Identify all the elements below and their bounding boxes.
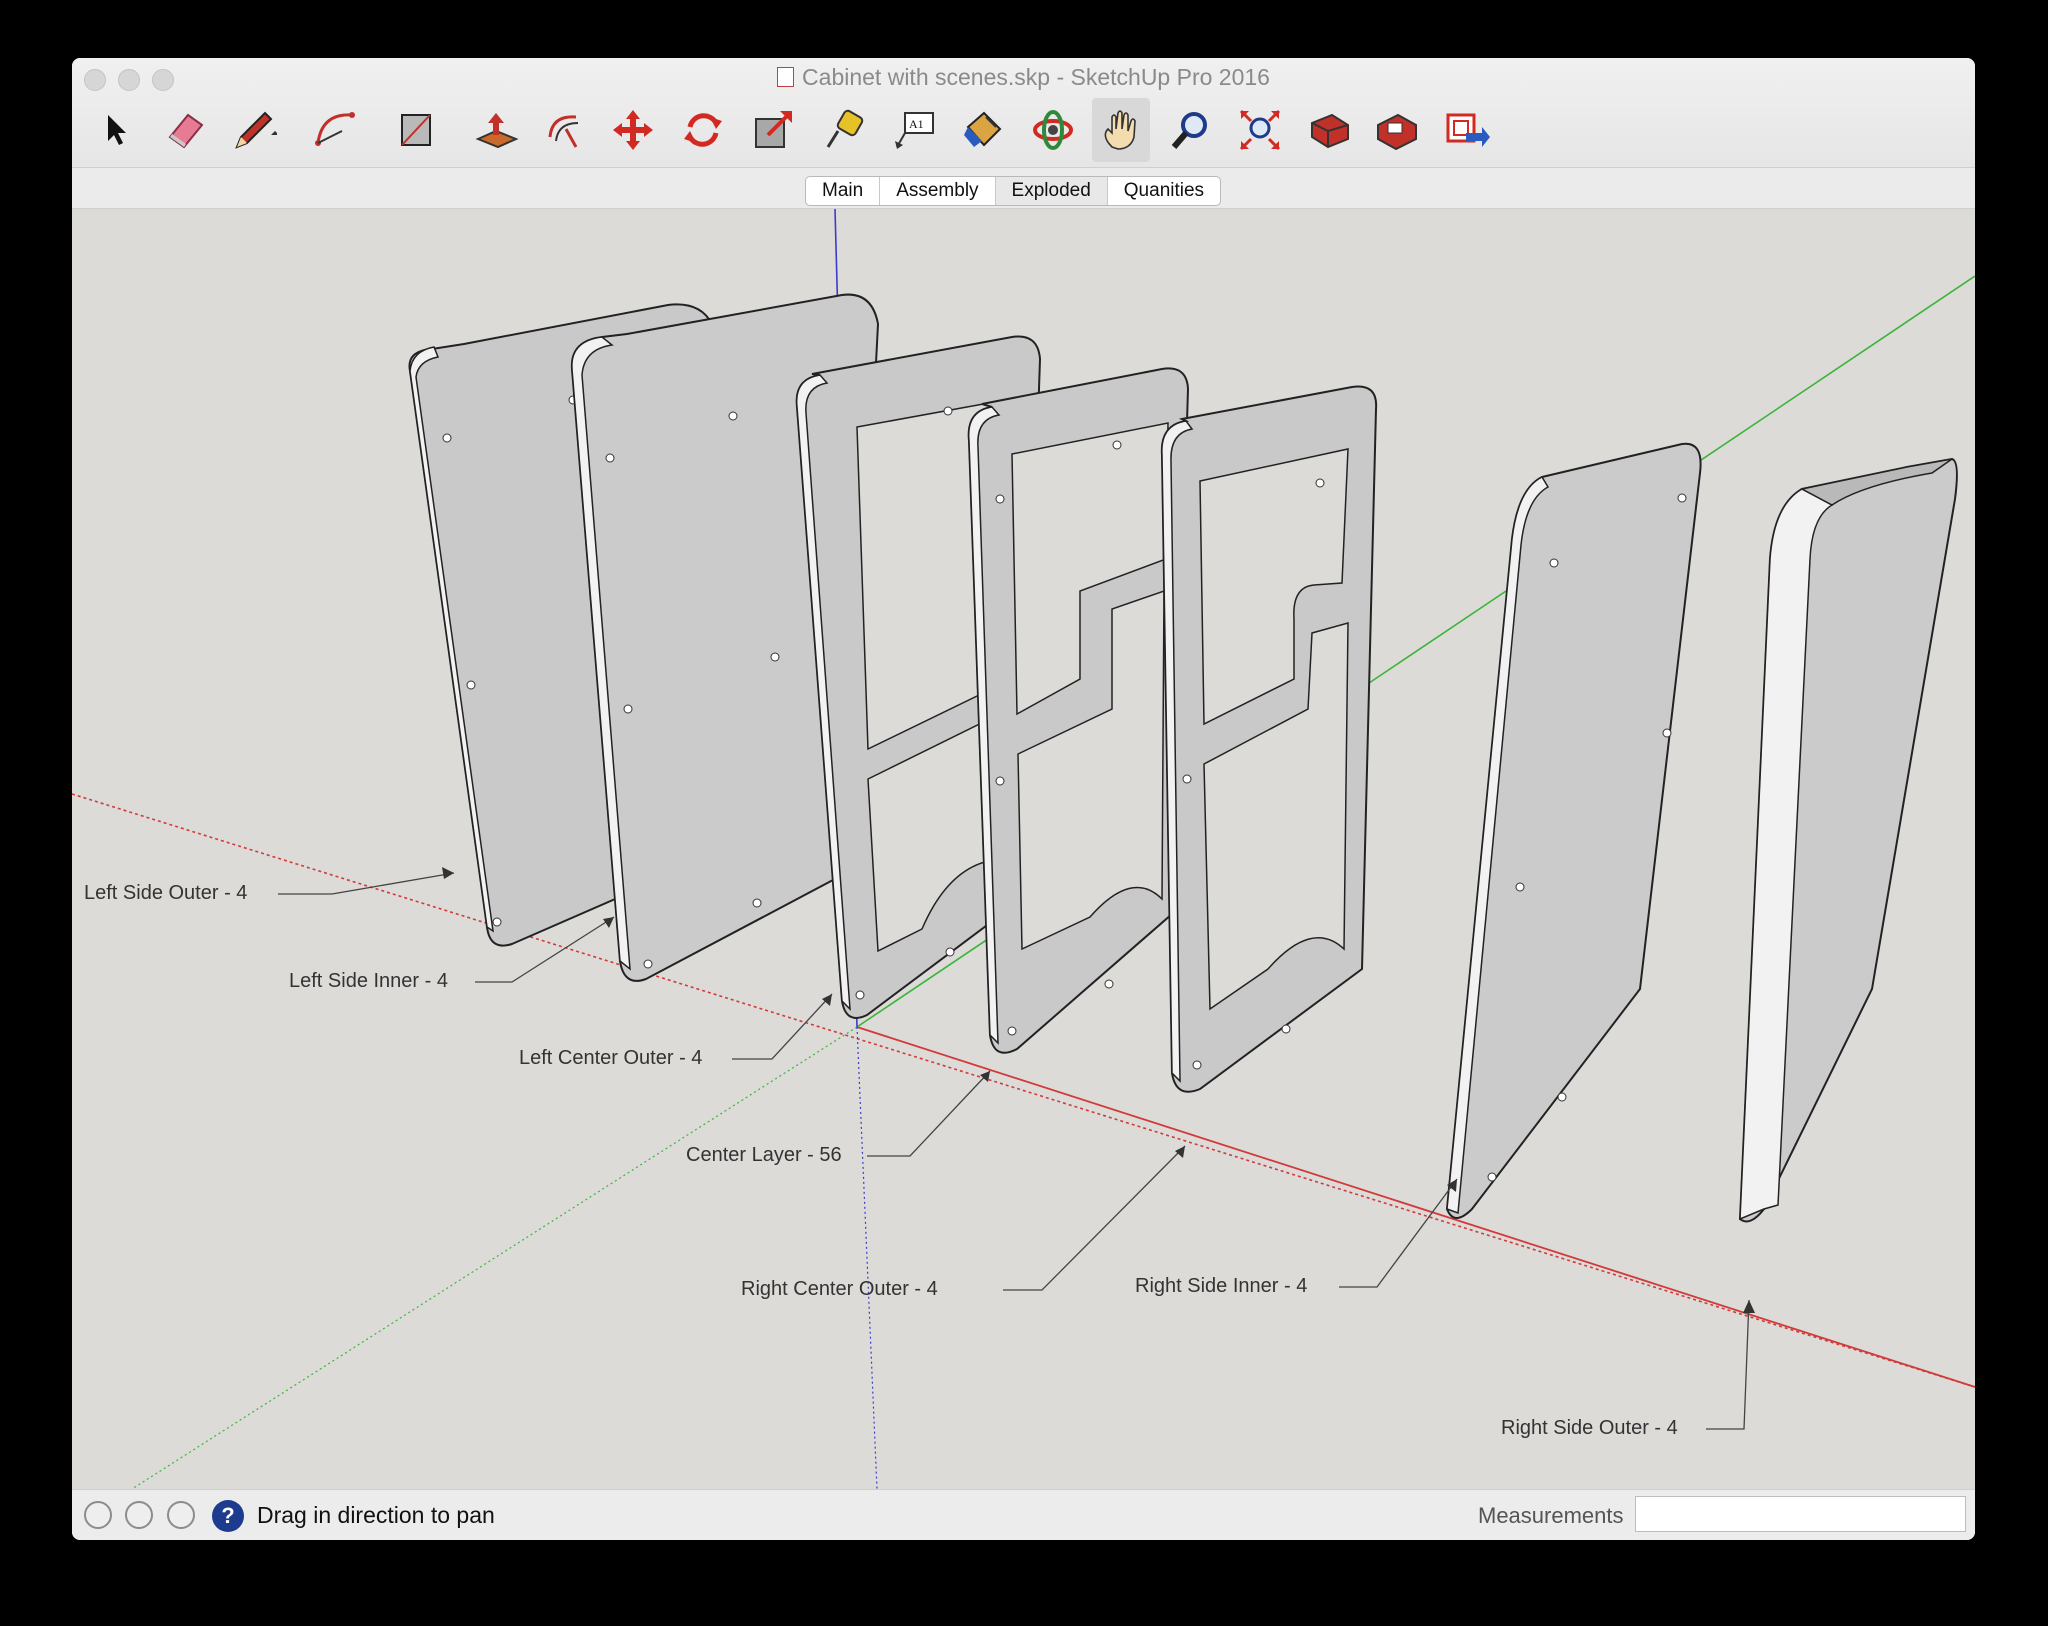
credits-info-icon[interactable]: [125, 1501, 153, 1529]
offset-tool-button[interactable]: [536, 98, 594, 162]
sketchup-window: Cabinet with scenes.skp - SketchUp Pro 2…: [72, 58, 1975, 1540]
paint-bucket-icon: [964, 111, 1002, 147]
scene-tab-exploded[interactable]: Exploded: [995, 177, 1108, 205]
title-bar: Cabinet with scenes.skp - SketchUp Pro 2…: [72, 58, 1975, 168]
scene-tabs: Main Assembly Exploded Quanities: [805, 176, 1222, 206]
eraser-tool-button[interactable]: [156, 98, 214, 162]
status-bar: ? Drag in direction to pan Measurements: [72, 1489, 1975, 1540]
hand-pan-icon: [1104, 110, 1136, 150]
arc-tool-button[interactable]: [306, 98, 364, 162]
text-icon: A1: [895, 112, 934, 149]
measurements-input[interactable]: [1635, 1496, 1966, 1532]
status-message: Drag in direction to pan: [257, 1502, 495, 1528]
send-to-layout-button[interactable]: [1438, 98, 1496, 162]
rectangle-tool-button[interactable]: [388, 98, 446, 162]
move-tool-button[interactable]: [604, 98, 662, 162]
label-right-side-inner: Right Side Inner - 4: [1135, 1275, 1308, 1297]
help-icon[interactable]: ?: [212, 1500, 244, 1532]
right-side-outer-panel[interactable]: [1738, 457, 1958, 1223]
3d-warehouse-icon: [1311, 113, 1349, 149]
model-viewport[interactable]: Left Side Outer - 4 Left Side Inner - 4 …: [72, 209, 1975, 1489]
tape-measure-tool-button[interactable]: [816, 98, 874, 162]
window-title-wrap: Cabinet with scenes.skp - SketchUp Pro 2…: [72, 64, 1975, 91]
rectangle-icon: [401, 114, 431, 146]
offset-icon: [548, 115, 579, 148]
scale-icon: [755, 111, 792, 148]
extension-warehouse-button[interactable]: [1368, 98, 1426, 162]
document-icon: [777, 67, 795, 87]
push-pull-tool-button[interactable]: [468, 98, 526, 162]
rotate-tool-button[interactable]: [674, 98, 732, 162]
push-pull-icon: [475, 113, 519, 149]
green-axis-negative: [131, 1026, 858, 1489]
scale-tool-button[interactable]: [744, 98, 802, 162]
label-left-side-inner: Left Side Inner - 4: [289, 970, 448, 992]
line-tool-button[interactable]: [225, 98, 283, 162]
rotate-icon: [684, 113, 722, 147]
label-right-center-outer: Right Center Outer - 4: [741, 1278, 938, 1300]
label-left-center-outer: Left Center Outer - 4: [519, 1047, 703, 1069]
svg-text:A1: A1: [909, 117, 924, 131]
text-tool-button[interactable]: A1: [885, 98, 943, 162]
select-tool-button[interactable]: [88, 98, 146, 162]
right-center-outer-frame[interactable]: [1160, 385, 1378, 1093]
orbit-tool-button[interactable]: [1024, 98, 1082, 162]
zoom-extents-tool-button[interactable]: [1231, 98, 1289, 162]
3d-warehouse-button[interactable]: [1300, 98, 1358, 162]
window-title: Cabinet with scenes.skp - SketchUp Pro 2…: [802, 64, 1270, 90]
blue-axis-negative: [856, 1026, 878, 1489]
magnifier-icon: [1171, 112, 1207, 149]
zoom-tool-button[interactable]: [1162, 98, 1220, 162]
measurements-label: Measurements: [1478, 1503, 1624, 1528]
pencil-icon: [235, 111, 277, 149]
scene-tab-main[interactable]: Main: [806, 177, 881, 205]
label-left-side-outer: Left Side Outer - 4: [84, 882, 248, 904]
center-layer-frame[interactable]: [967, 367, 1190, 1054]
move-icon: [613, 110, 653, 150]
right-side-inner-panel[interactable]: [1445, 442, 1702, 1219]
orbit-icon: [1033, 110, 1073, 150]
zoom-extents-icon: [1239, 109, 1281, 151]
paint-bucket-tool-button[interactable]: [954, 98, 1012, 162]
send-to-layout-icon: [1446, 113, 1490, 147]
extension-warehouse-icon: [1377, 113, 1417, 151]
eraser-icon: [168, 113, 204, 149]
scene-tab-assembly[interactable]: Assembly: [880, 177, 996, 205]
arrow-cursor-icon: [108, 115, 126, 145]
geo-location-icon[interactable]: [84, 1501, 112, 1529]
arc-icon: [315, 112, 355, 146]
user-account-icon[interactable]: [167, 1501, 195, 1529]
scene-tab-quanities[interactable]: Quanities: [1108, 177, 1220, 205]
tape-measure-icon: [826, 109, 864, 148]
pan-tool-button[interactable]: [1092, 98, 1150, 162]
scenes-bar: Main Assembly Exploded Quanities: [72, 168, 1975, 209]
model-canvas: [72, 209, 1975, 1489]
label-center-layer: Center Layer - 56: [686, 1144, 842, 1166]
label-right-side-outer: Right Side Outer - 4: [1501, 1417, 1678, 1439]
